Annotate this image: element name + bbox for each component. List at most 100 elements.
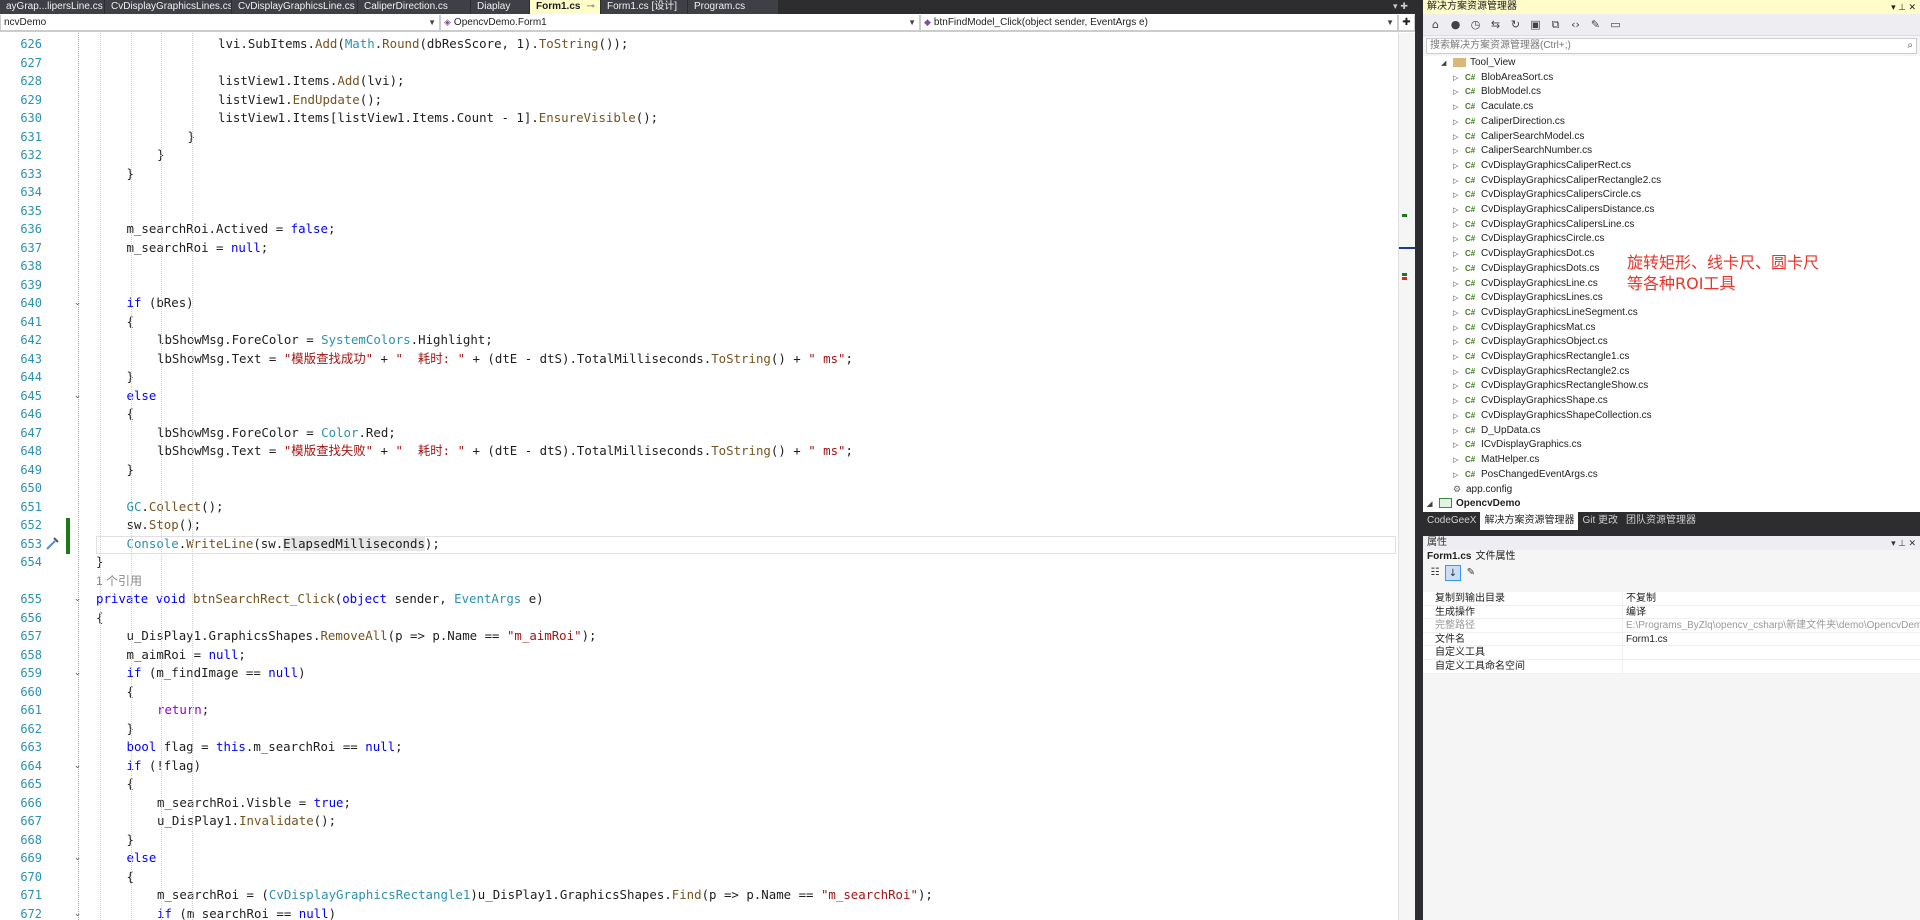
project-dropdown[interactable]: ncvDemo ▼ xyxy=(0,15,440,31)
chevron-down-icon[interactable]: ⌄ xyxy=(72,761,83,772)
collapsed-icon[interactable]: ▷ xyxy=(1453,439,1465,454)
collapsed-icon[interactable]: ▷ xyxy=(1453,425,1465,440)
panel-tab[interactable]: 团队资源管理器 xyxy=(1622,512,1700,530)
collapsed-icon[interactable]: ▷ xyxy=(1453,469,1465,484)
panel-pin-icon[interactable]: ▾ ⊥ ✕ xyxy=(1891,536,1916,550)
editor-tab[interactable]: CvDisplayGraphicsLine.cs xyxy=(232,0,357,14)
collapsed-icon[interactable]: ▷ xyxy=(1453,395,1465,410)
tree-item[interactable]: ▷ C# CvDisplayGraphicsCaliperRect.cs xyxy=(1453,159,1631,174)
collapsed-icon[interactable]: ▷ xyxy=(1453,131,1465,146)
tree-item[interactable]: ▷ C# CvDisplayGraphicsDot.cs xyxy=(1453,247,1594,262)
split-editor-button[interactable]: ✚ xyxy=(1398,15,1415,31)
tree-item[interactable]: ▷ C# CvDisplayGraphicsRectangle2.cs xyxy=(1453,365,1629,380)
property-row[interactable]: 自定义工具命名空间 xyxy=(1423,659,1920,674)
collapsed-icon[interactable]: ▷ xyxy=(1453,410,1465,425)
tree-item[interactable]: ▷ C# CvDisplayGraphicsLine.cs xyxy=(1453,277,1598,292)
collapsed-icon[interactable]: ▷ xyxy=(1453,336,1465,351)
home-icon[interactable]: ⌂ xyxy=(1427,16,1444,33)
property-value[interactable]: E:\Programs_ByZlq\opencv_csharp\新建文件夹\de… xyxy=(1623,619,1920,632)
tree-item[interactable]: ▷ C# CvDisplayGraphicsLines.cs xyxy=(1453,291,1603,306)
editor-tab[interactable]: Form1.cs [设计] xyxy=(601,0,687,14)
editor-scrollbar[interactable] xyxy=(1398,33,1416,920)
pending-changes-icon[interactable]: ◷ xyxy=(1467,16,1484,33)
collapse-all-icon[interactable]: ▣ xyxy=(1527,16,1544,33)
editor-tab[interactable]: Form1.cs⊸✕ xyxy=(530,0,600,14)
chevron-down-icon[interactable]: ⌄ xyxy=(72,668,83,679)
tree-item[interactable]: ◢ Tool_View xyxy=(1441,56,1515,71)
tree-item[interactable]: ▷ C# CvDisplayGraphicsCalipersCircle.cs xyxy=(1453,188,1641,203)
code-editor[interactable]: 626 627 628 629 630 631 632 633 634 635 636 637 638 6… xyxy=(0,33,1398,920)
collapsed-icon[interactable]: ▷ xyxy=(1453,72,1465,87)
tree-item[interactable]: ▷ C# PosChangedEventArgs.cs xyxy=(1453,468,1598,483)
tree-item[interactable]: ▷ C# CvDisplayGraphicsLineSegment.cs xyxy=(1453,306,1638,321)
panel-tab[interactable]: CodeGeeX xyxy=(1423,512,1480,530)
tree-item[interactable]: ⚙ app.config xyxy=(1441,482,1512,497)
tree-item[interactable]: ▷ C# BlobModel.cs xyxy=(1453,85,1541,100)
tab-overflow-icon[interactable]: ▾ ✚ xyxy=(1386,0,1415,14)
editor-tab[interactable]: ayGrap...lipersLine.cs xyxy=(0,0,104,14)
view-code-icon[interactable]: ‹› xyxy=(1567,16,1584,33)
collapsed-icon[interactable]: ▷ xyxy=(1453,204,1465,219)
property-pages-icon[interactable]: ✎ xyxy=(1463,565,1479,581)
tree-item[interactable]: ▷ C# D_UpData.cs xyxy=(1453,424,1540,439)
tree-item[interactable]: ▷ C# CvDisplayGraphicsDots.cs xyxy=(1453,262,1599,277)
member-dropdown[interactable]: ◆ btnFindModel_Click(object sender, Event… xyxy=(920,15,1398,31)
code-area[interactable]: lvi.SubItems.Add(Math.Round(dbResScore, … xyxy=(96,33,1396,920)
expanded-icon[interactable]: ◢ xyxy=(1427,498,1439,512)
class-dropdown[interactable]: ◈ OpencvDemo.Form1 ▼ xyxy=(440,15,920,31)
sync-icon[interactable]: ⇆ xyxy=(1487,16,1504,33)
collapsed-icon[interactable]: ▷ xyxy=(1453,322,1465,337)
collapsed-icon[interactable]: ▷ xyxy=(1453,145,1465,160)
tree-item[interactable]: ▷ C# CvDisplayGraphicsMat.cs xyxy=(1453,321,1595,336)
editor-tab[interactable]: CvDisplayGraphicsLines.cs xyxy=(105,0,231,14)
property-row[interactable]: 复制到输出目录 不复制 xyxy=(1423,592,1920,606)
alphabetical-icon[interactable]: ↓ xyxy=(1445,565,1461,581)
collapsed-icon[interactable]: ▷ xyxy=(1453,189,1465,204)
property-row[interactable]: 文件名 Form1.cs xyxy=(1423,632,1920,647)
property-row[interactable]: 完整路径 E:\Programs_ByZlq\opencv_csharp\新建文件… xyxy=(1423,619,1920,633)
preview-icon[interactable]: ▭ xyxy=(1607,16,1624,33)
refresh-icon[interactable]: ↻ xyxy=(1507,16,1524,33)
chevron-down-icon[interactable]: ⌄ xyxy=(72,853,83,864)
editor-tab[interactable]: Program.cs xyxy=(688,0,778,14)
tree-item[interactable]: ▷ C# CaliperDirection.cs xyxy=(1453,115,1565,130)
collapsed-icon[interactable]: ▷ xyxy=(1453,248,1465,263)
tree-item[interactable]: ▷ C# CvDisplayGraphicsObject.cs xyxy=(1453,335,1608,350)
property-row[interactable]: 自定义工具 xyxy=(1423,646,1920,660)
tree-item[interactable]: ▷ C# MatHelper.cs xyxy=(1453,453,1539,468)
collapsed-icon[interactable]: ▷ xyxy=(1453,263,1465,278)
tree-item[interactable]: ▷ C# CvDisplayGraphicsShape.cs xyxy=(1453,394,1608,409)
tree-item[interactable]: ▷ C# Caculate.cs xyxy=(1453,100,1533,115)
quick-actions-icon[interactable] xyxy=(44,536,60,552)
collapsed-icon[interactable]: ▷ xyxy=(1453,380,1465,395)
tree-item[interactable]: ▷ C# CvDisplayGraphicsCalipersDistance.cs xyxy=(1453,203,1654,218)
collapsed-icon[interactable]: ▷ xyxy=(1453,233,1465,248)
tree-item[interactable]: ▷ C# CvDisplayGraphicsRectangle1.cs xyxy=(1453,350,1629,365)
tree-item[interactable]: ◢ OpencvDemo xyxy=(1427,497,1520,512)
collapsed-icon[interactable]: ▷ xyxy=(1453,160,1465,175)
collapsed-icon[interactable]: ▷ xyxy=(1453,101,1465,116)
collapsed-icon[interactable]: ▷ xyxy=(1453,366,1465,381)
expanded-icon[interactable]: ◢ xyxy=(1441,57,1453,72)
editor-tab[interactable]: Diaplay xyxy=(471,0,529,14)
collapsed-icon[interactable]: ▷ xyxy=(1453,175,1465,190)
codelens-references[interactable]: 1 个引用 xyxy=(96,574,142,588)
chevron-down-icon[interactable]: ⌄ xyxy=(72,594,83,605)
panel-splitter[interactable] xyxy=(1415,0,1423,920)
collapsed-icon[interactable]: ▷ xyxy=(1453,454,1465,469)
chevron-down-icon[interactable]: ⌄ xyxy=(72,298,83,309)
property-row[interactable]: 生成操作 编译 xyxy=(1423,605,1920,620)
collapsed-icon[interactable]: ▷ xyxy=(1453,292,1465,307)
tree-item[interactable]: ▷ C# BlobAreaSort.cs xyxy=(1453,71,1553,86)
show-all-files-icon[interactable]: ⧉ xyxy=(1547,16,1564,33)
panel-tab[interactable]: 解决方案资源管理器 xyxy=(1480,512,1579,530)
property-value[interactable]: Form1.cs xyxy=(1623,633,1920,646)
pin-icon[interactable]: ⊸ xyxy=(586,1,594,12)
collapsed-icon[interactable]: ▷ xyxy=(1453,116,1465,131)
panel-tab[interactable]: Git 更改 xyxy=(1578,512,1622,530)
tree-item[interactable]: ▷ C# ICvDisplayGraphics.cs xyxy=(1453,438,1582,453)
collapsed-icon[interactable]: ▷ xyxy=(1453,278,1465,293)
tree-item[interactable]: ▷ C# CvDisplayGraphicsCalipersLine.cs xyxy=(1453,218,1634,233)
tree-item[interactable]: ▷ C# CvDisplayGraphicsShapeCollection.cs xyxy=(1453,409,1652,424)
properties-icon[interactable]: ✎ xyxy=(1587,16,1604,33)
